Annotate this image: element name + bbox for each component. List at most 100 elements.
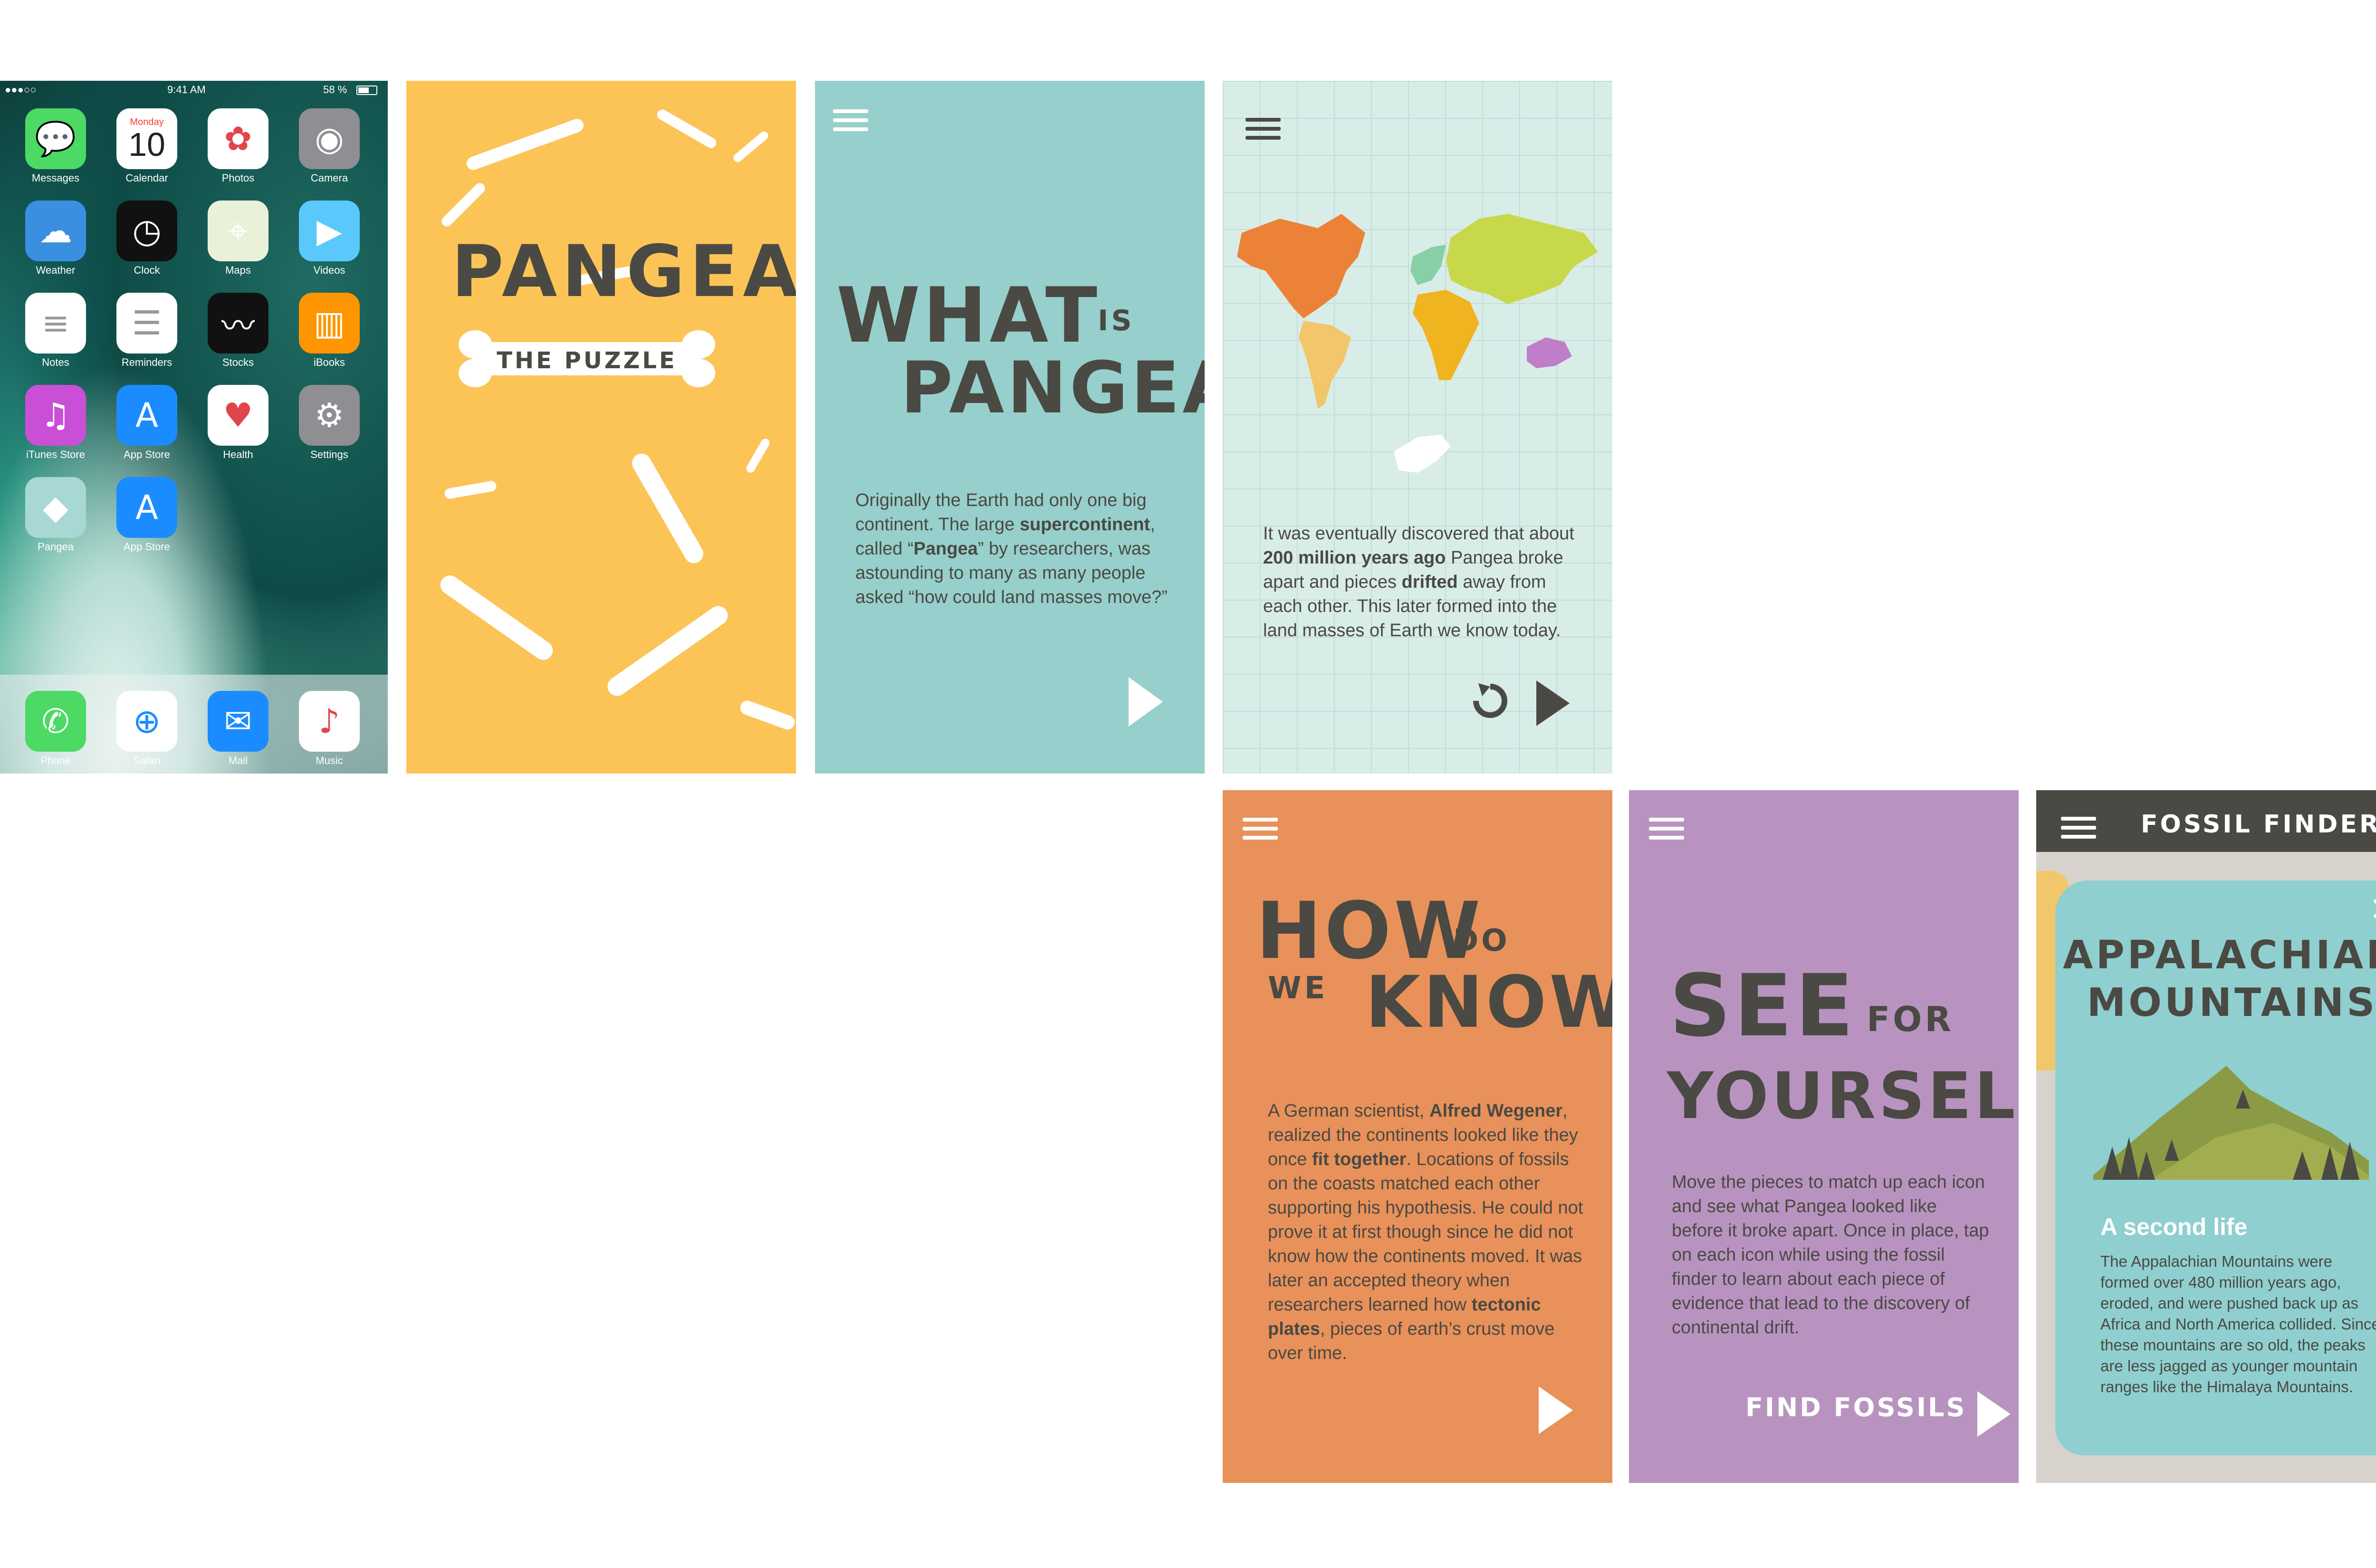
hamburger-menu-icon[interactable] (1649, 818, 1684, 840)
app-label: Reminders (121, 356, 172, 368)
reminders-icon: ☰ (116, 293, 177, 354)
app-mail[interactable]: ✉ Mail (202, 691, 274, 767)
app-calendar[interactable]: Monday 10 Calendar (111, 108, 182, 184)
messages-icon: 💬 (25, 108, 86, 169)
next-play-icon[interactable] (1539, 1386, 1573, 1434)
app-label: Photos (221, 172, 255, 184)
battery-icon (356, 86, 377, 95)
card-title-line1: APPALACHIAN (2063, 933, 2376, 978)
app-pangea[interactable]: ◆ Pangea (20, 477, 91, 553)
app-weather[interactable]: ☁ Weather (20, 201, 91, 277)
settings-icon: ⚙ (299, 385, 360, 446)
app-settings[interactable]: ⚙ Settings (294, 385, 365, 461)
app-label: Mail (228, 755, 248, 766)
hamburger-menu-icon[interactable] (1243, 818, 1278, 840)
app-label: Calendar (125, 172, 168, 184)
fossil-finder-title: FOSSIL FINDER (2141, 810, 2376, 839)
carrier-signal: ●●●○○ (5, 84, 37, 96)
app-photos[interactable]: ✿ Photos (202, 108, 274, 184)
next-play-icon[interactable] (1536, 680, 1570, 726)
app-appstore[interactable]: A App Store (111, 477, 182, 553)
north-america-piece (1237, 214, 1365, 318)
app-label: App Store (124, 541, 170, 553)
heading-we: WE (1268, 971, 1328, 1006)
what-is-pangea-screen: WHAT IS PANGEA? Originally the Earth had… (815, 81, 1205, 774)
music-icon: ♪ (299, 691, 360, 752)
text-run: It was eventually discovered that about (1263, 524, 1574, 544)
bone-shape (465, 117, 585, 172)
hamburger-menu-icon[interactable] (2061, 817, 2096, 839)
maps-icon: ⌖ (208, 201, 268, 261)
replay-icon[interactable] (1469, 679, 1512, 722)
heading-do: DO (1453, 923, 1510, 958)
subtitle-bone: THE PUZZLE (459, 330, 715, 387)
play-icon (1977, 1391, 2011, 1437)
bone-shape (439, 181, 488, 229)
mountain-illustration (2093, 1066, 2369, 1180)
hamburger-menu-icon[interactable] (1245, 118, 1281, 140)
app-appstore[interactable]: A App Store (111, 385, 182, 461)
bone-shape (436, 572, 557, 664)
see-for-yourself-screen: SEE FOR YOURSELF Move the pieces to matc… (1629, 790, 2019, 1483)
iphone-home-screen: ●●●○○ 9:41 AM 58 % 💬 Messages Monday 10 Cale… (0, 81, 388, 774)
app-label: Safari (133, 755, 161, 766)
bold-text: 200 million years ago (1263, 548, 1446, 568)
app-health[interactable]: ♥ Health (202, 385, 274, 461)
app-label: Camera (310, 172, 348, 184)
app-label: Clock (134, 264, 160, 276)
photos-icon: ✿ (208, 108, 268, 169)
app-reminders[interactable]: ☰ Reminders (111, 293, 182, 369)
card-subtitle: A second life (2100, 1214, 2248, 1240)
itunes-icon: ♫ (25, 385, 86, 446)
app-label: Notes (42, 356, 69, 368)
heading-pangea: PANGEA? (901, 347, 1205, 430)
notes-icon: ≡ (25, 293, 86, 354)
bone-shape (745, 437, 771, 475)
bold-text: drifted (1401, 572, 1458, 592)
app-music[interactable]: ♪ Music (294, 691, 365, 767)
how-do-we-know-screen: HOW DO WE KNOW? A German scientist, Alfr… (1223, 790, 1612, 1483)
text-run: Move the pieces to match up each icon an… (1672, 1172, 1989, 1338)
app-videos[interactable]: ▶ Videos (294, 201, 365, 277)
app-safari[interactable]: ⊕ Safari (111, 691, 182, 767)
hamburger-menu-icon[interactable] (833, 109, 868, 131)
bone-shape (738, 698, 796, 732)
bone-shape (731, 130, 770, 164)
app-label: Videos (313, 264, 345, 276)
how-body-text: A German scientist, Alfred Wegener, real… (1268, 1099, 1591, 1366)
text-run: . Locations of fossils on the coasts mat… (1268, 1149, 1583, 1315)
phone-icon: ✆ (25, 691, 86, 752)
heading-yourself: YOURSELF (1667, 1059, 2019, 1133)
heading-for: FOR (1867, 999, 1954, 1039)
next-play-icon[interactable] (1129, 677, 1163, 727)
close-icon[interactable]: ✕ (2369, 890, 2376, 929)
heading-is: IS (1098, 304, 1135, 337)
app-phone[interactable]: ✆ Phone (20, 691, 91, 767)
world-map (1237, 214, 1598, 473)
app-notes[interactable]: ≡ Notes (20, 293, 91, 369)
app-clock[interactable]: ◷ Clock (111, 201, 182, 277)
see-body-text: Move the pieces to match up each icon an… (1672, 1170, 1990, 1340)
app-maps[interactable]: ⌖ Maps (202, 201, 274, 277)
app-label: Weather (36, 264, 76, 276)
australia-piece (1527, 337, 1572, 368)
app-label: iBooks (313, 356, 345, 368)
bold-text: Pangea (913, 539, 978, 559)
weather-icon: ☁ (25, 201, 86, 261)
app-camera[interactable]: ◉ Camera (294, 108, 365, 184)
asia-piece (1446, 214, 1598, 304)
bone-shape (604, 602, 732, 700)
fossil-finder-screen: FOSSIL FINDER ✕ APPALACHIAN MOUNTAINS A … (2036, 790, 2376, 1483)
app-itunes[interactable]: ♫ iTunes Store (20, 385, 91, 461)
card-title-line2: MOUNTAINS (2087, 980, 2376, 1025)
battery-percent: 58 % (323, 84, 347, 96)
app-ibooks[interactable]: ▥ iBooks (294, 293, 365, 369)
health-icon: ♥ (208, 385, 268, 446)
bone-shape (655, 107, 719, 150)
app-messages[interactable]: 💬 Messages (20, 108, 91, 184)
bold-text: fit together (1312, 1149, 1407, 1169)
app-stocks[interactable]: 〰 Stocks (202, 293, 274, 369)
app-label: Messages (31, 172, 80, 184)
heading-what: WHAT (836, 271, 1100, 360)
find-fossils-button[interactable]: FIND FOSSILS (1745, 1391, 2011, 1437)
